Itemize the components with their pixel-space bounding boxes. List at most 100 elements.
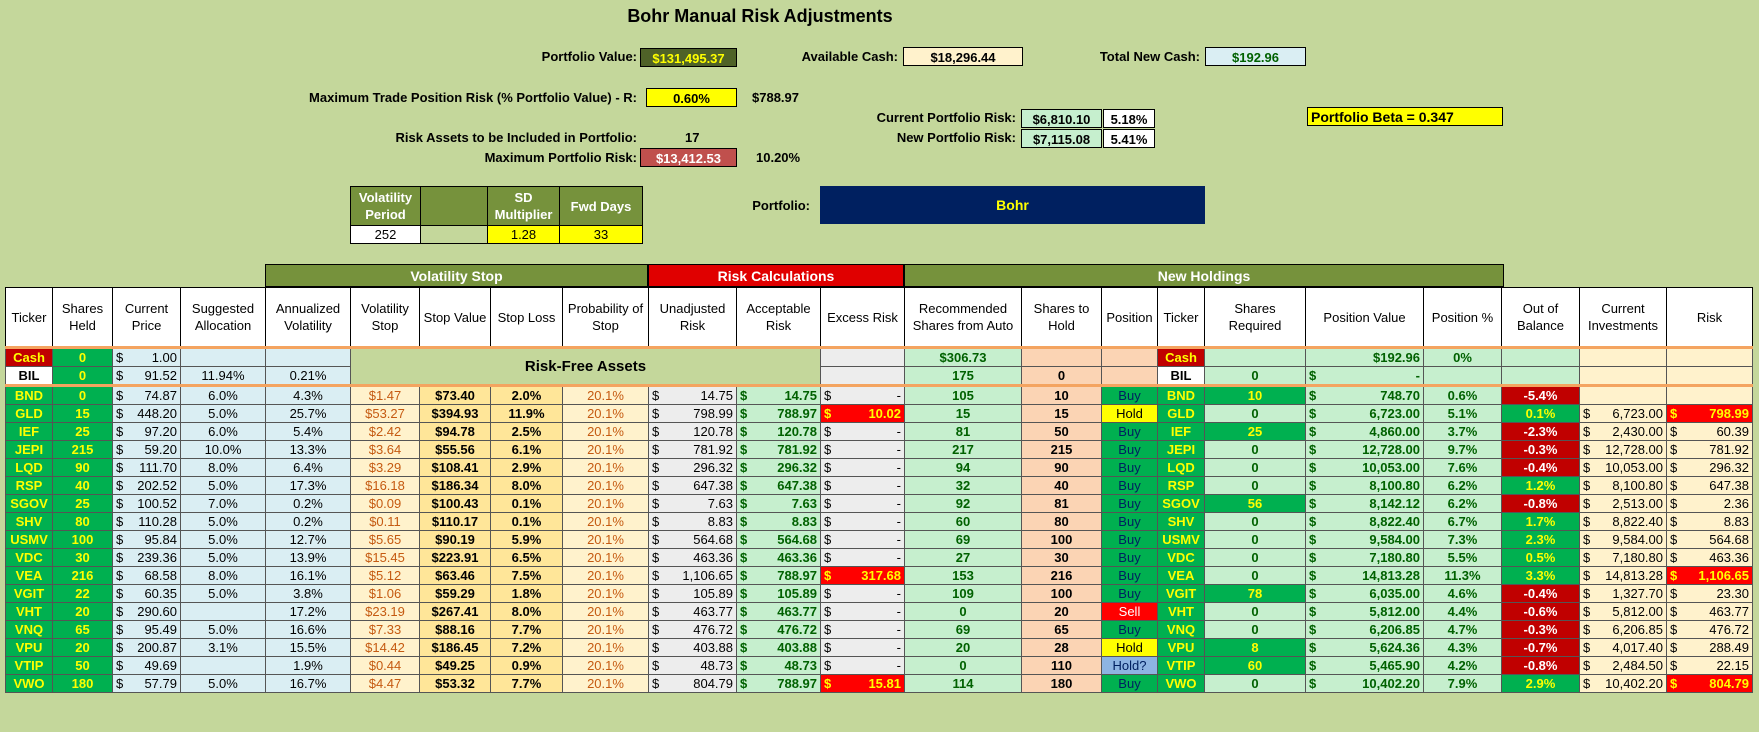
price-cell[interactable]: $200.87 <box>112 638 181 657</box>
ticker-cell[interactable]: VEA <box>1157 566 1205 585</box>
shares-held-cell[interactable]: 25 <box>52 494 113 513</box>
recommended-cell[interactable]: 175 <box>904 366 1022 386</box>
volatility-cell[interactable]: 3.8% <box>265 584 351 603</box>
column-header[interactable]: Risk <box>1666 287 1753 348</box>
price-cell[interactable]: $97.20 <box>112 422 181 441</box>
volatility-cell[interactable] <box>265 346 351 367</box>
hold-cell[interactable]: 10 <box>1021 384 1102 405</box>
position-pct-cell[interactable]: 6.7% <box>1423 512 1502 531</box>
hold-cell[interactable]: 90 <box>1021 458 1102 477</box>
acceptable-risk-cell[interactable]: $14.75 <box>736 384 821 405</box>
acceptable-risk-cell[interactable]: $7.63 <box>736 494 821 513</box>
volatility-cell[interactable]: 16.1% <box>265 566 351 585</box>
probability-cell[interactable]: 20.1% <box>562 422 649 441</box>
position-pct-cell[interactable]: 5.1% <box>1423 404 1502 423</box>
position-pct-cell[interactable]: 4.7% <box>1423 620 1502 639</box>
hold-cell[interactable]: 100 <box>1021 530 1102 549</box>
recommended-cell[interactable]: 0 <box>904 602 1022 621</box>
ticker-cell[interactable]: VDC <box>1157 548 1205 567</box>
excess-risk-cell[interactable]: $ - <box>820 422 905 441</box>
investments-cell[interactable]: $8,100.80 <box>1579 476 1667 495</box>
investments-cell[interactable]: $8,822.40 <box>1579 512 1667 531</box>
probability-cell[interactable]: 20.1% <box>562 384 649 405</box>
position-pct-cell[interactable]: 6.2% <box>1423 476 1502 495</box>
probability-cell[interactable]: 20.1% <box>562 440 649 459</box>
risk-cell[interactable]: $8.83 <box>1666 512 1753 531</box>
probability-cell[interactable]: 20.1% <box>562 548 649 567</box>
max-trade-risk-pct[interactable]: 0.60% <box>646 88 737 107</box>
risk-cell[interactable]: $2.36 <box>1666 494 1753 513</box>
volatility-stop-cell[interactable]: $0.11 <box>350 512 420 531</box>
stop-loss-cell[interactable]: 7.2% <box>490 638 563 657</box>
column-header[interactable]: Excess Risk <box>820 287 905 348</box>
price-cell[interactable]: $91.52 <box>112 366 181 386</box>
hold-cell[interactable]: 81 <box>1021 494 1102 513</box>
risk-free-label[interactable]: Risk-Free Assets <box>350 346 821 386</box>
volatility-cell[interactable]: 17.3% <box>265 476 351 495</box>
position-cell[interactable]: Buy <box>1101 548 1158 567</box>
available-cash[interactable]: $18,296.44 <box>903 47 1023 66</box>
fwd-days-value[interactable]: 33 <box>559 225 643 244</box>
allocation-cell[interactable]: 8.0% <box>180 566 266 585</box>
volatility-stop-cell[interactable]: $15.45 <box>350 548 420 567</box>
position-value-cell[interactable]: $6,723.00 <box>1305 404 1424 423</box>
column-header[interactable]: Unadjusted Risk <box>648 287 737 348</box>
stop-loss-cell[interactable]: 6.1% <box>490 440 563 459</box>
position-cell[interactable]: Buy <box>1101 384 1158 405</box>
investments-cell[interactable]: $10,053.00 <box>1579 458 1667 477</box>
portfolio-name[interactable]: Bohr <box>820 186 1205 224</box>
ticker-cell[interactable]: RSP <box>1157 476 1205 495</box>
excess-risk-cell[interactable] <box>820 366 905 386</box>
required-cell[interactable]: 0 <box>1204 566 1306 585</box>
price-cell[interactable]: $290.60 <box>112 602 181 621</box>
unadjusted-risk-cell[interactable]: $463.77 <box>648 602 737 621</box>
recommended-cell[interactable]: 20 <box>904 638 1022 657</box>
ticker-cell[interactable]: VPU <box>5 638 53 657</box>
required-cell[interactable]: 56 <box>1204 494 1306 513</box>
out-of-balance-cell[interactable]: -0.4% <box>1501 584 1580 603</box>
allocation-cell[interactable]: 8.0% <box>180 458 266 477</box>
stop-value-cell[interactable]: $55.56 <box>419 440 491 459</box>
position-value-cell[interactable]: $14,813.28 <box>1305 566 1424 585</box>
position-value-cell[interactable]: $6,035.00 <box>1305 584 1424 603</box>
position-value-cell[interactable]: $192.96 <box>1305 346 1424 367</box>
ticker-cell[interactable]: GLD <box>5 404 53 423</box>
column-header[interactable]: Shares Required <box>1204 287 1306 348</box>
unadjusted-risk-cell[interactable]: $105.89 <box>648 584 737 603</box>
stop-loss-cell[interactable]: 8.0% <box>490 476 563 495</box>
unadjusted-risk-cell[interactable]: $48.73 <box>648 656 737 675</box>
volatility-stop-cell[interactable]: $1.47 <box>350 384 420 405</box>
position-cell[interactable]: Buy <box>1101 512 1158 531</box>
acceptable-risk-cell[interactable]: $120.78 <box>736 422 821 441</box>
probability-cell[interactable]: 20.1% <box>562 620 649 639</box>
probability-cell[interactable]: 20.1% <box>562 566 649 585</box>
ticker-cell[interactable]: VHT <box>1157 602 1205 621</box>
volatility-stop-cell[interactable]: $3.64 <box>350 440 420 459</box>
position-cell[interactable]: Buy <box>1101 566 1158 585</box>
position-cell[interactable] <box>1101 366 1158 386</box>
column-header[interactable]: Out of Balance <box>1501 287 1580 348</box>
excess-risk-cell[interactable]: $317.68 <box>820 566 905 585</box>
column-header[interactable]: Current Investments <box>1579 287 1667 348</box>
out-of-balance-cell[interactable]: 2.3% <box>1501 530 1580 549</box>
risk-cell[interactable]: $463.77 <box>1666 602 1753 621</box>
required-cell[interactable]: 0 <box>1204 602 1306 621</box>
position-value-cell[interactable]: $10,053.00 <box>1305 458 1424 477</box>
unadjusted-risk-cell[interactable]: $564.68 <box>648 530 737 549</box>
allocation-cell[interactable] <box>180 656 266 675</box>
ticker-cell[interactable]: BIL <box>1157 366 1205 386</box>
acceptable-risk-cell[interactable]: $788.97 <box>736 566 821 585</box>
ticker-cell[interactable]: VWO <box>1157 674 1205 693</box>
investments-cell[interactable]: $12,728.00 <box>1579 440 1667 459</box>
excess-risk-cell[interactable]: $ - <box>820 638 905 657</box>
hold-cell[interactable]: 20 <box>1021 602 1102 621</box>
ticker-cell[interactable]: RSP <box>5 476 53 495</box>
stop-loss-cell[interactable]: 2.0% <box>490 384 563 405</box>
position-value-cell[interactable]: $9,584.00 <box>1305 530 1424 549</box>
recommended-cell[interactable]: $306.73 <box>904 346 1022 367</box>
volatility-stop-cell[interactable]: $16.18 <box>350 476 420 495</box>
volatility-cell[interactable]: 17.2% <box>265 602 351 621</box>
excess-risk-cell[interactable]: $ - <box>820 476 905 495</box>
shares-held-cell[interactable]: 30 <box>52 548 113 567</box>
ticker-cell[interactable]: SHV <box>1157 512 1205 531</box>
